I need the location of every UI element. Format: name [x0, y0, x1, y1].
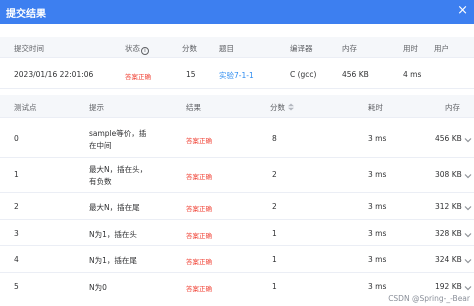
test-result-badge: 答案正确	[186, 258, 212, 266]
test-memory: 312 KB	[435, 202, 462, 211]
divider	[0, 245, 474, 246]
test-result-badge: 答案正确	[186, 205, 212, 213]
test-result-badge: 答案正确	[186, 285, 212, 293]
sort-icon[interactable]	[287, 103, 295, 111]
test-hint: sample等价，插	[89, 129, 147, 138]
test-result-badge: 答案正确	[186, 173, 212, 181]
summary-duration: 4 ms	[403, 70, 422, 79]
test-score: 1	[272, 229, 277, 238]
test-score: 1	[272, 255, 277, 264]
divider	[0, 192, 474, 193]
tests-header-hint: 提示	[89, 103, 104, 112]
test-time: 3 ms	[368, 229, 387, 238]
chevron-down-icon[interactable]	[464, 136, 472, 144]
divider	[0, 272, 474, 273]
chevron-down-icon[interactable]	[464, 257, 472, 265]
test-case-id: 4	[14, 255, 19, 264]
chevron-down-icon[interactable]	[464, 172, 472, 180]
chevron-down-icon[interactable]	[464, 231, 472, 239]
tests-header-score-label: 分数	[270, 103, 285, 112]
test-time: 3 ms	[368, 282, 387, 291]
test-memory: 456 KB	[435, 134, 462, 143]
test-time: 3 ms	[368, 134, 387, 143]
dialog-title: 提交结果	[6, 9, 46, 20]
divider	[0, 117, 474, 118]
summary-status-badge: 答案正确	[125, 73, 151, 81]
test-time: 3 ms	[368, 170, 387, 179]
test-score: 1	[272, 282, 277, 291]
test-hint-cont: 在中间	[89, 141, 112, 150]
divider	[0, 219, 474, 220]
summary-header-score: 分数	[182, 44, 197, 53]
tests-header-case: 测试点	[14, 103, 37, 112]
watermark: CSDN @Spring-_-Bear	[388, 294, 470, 303]
summary-header-duration: 用时	[403, 44, 418, 53]
summary-memory: 456 KB	[342, 70, 369, 79]
tests-header-score[interactable]: 分数	[270, 102, 295, 113]
tests-header-memory: 内存	[445, 103, 460, 112]
summary-header-user: 用户	[434, 44, 449, 53]
test-result-badge: 答案正确	[186, 232, 212, 240]
test-hint: N为1，插在头	[89, 230, 137, 239]
test-score: 8	[272, 134, 277, 143]
test-hint: N为0	[89, 283, 107, 292]
test-hint: 最大N，插在尾	[89, 203, 140, 212]
tests-header-result: 结果	[186, 103, 201, 112]
divider	[0, 157, 474, 158]
test-memory: 324 KB	[435, 255, 462, 264]
summary-header-status-label: 状态	[125, 44, 140, 53]
test-case-id: 1	[14, 170, 19, 179]
test-score: 2	[272, 170, 277, 179]
test-hint: N为1，插在尾	[89, 256, 137, 265]
test-case-id: 0	[14, 134, 19, 143]
test-case-id: 3	[14, 229, 19, 238]
test-score: 2	[272, 202, 277, 211]
divider	[0, 88, 474, 89]
test-time: 3 ms	[368, 255, 387, 264]
summary-header-memory: 内存	[342, 44, 357, 53]
close-icon[interactable]: ×	[457, 3, 468, 19]
test-hint: 最大N，插在头，	[89, 165, 148, 174]
summary-score: 15	[186, 70, 196, 79]
test-memory: 308 KB	[435, 170, 462, 179]
chevron-down-icon[interactable]	[464, 204, 472, 212]
test-time: 3 ms	[368, 202, 387, 211]
info-circle-icon[interactable]: i	[141, 47, 149, 55]
problem-link[interactable]: 实验7-1-1	[219, 70, 254, 81]
summary-header-compiler: 编译器	[290, 44, 313, 53]
test-result-badge: 答案正确	[186, 137, 212, 145]
dialog-header: 提交结果 ×	[0, 0, 474, 24]
summary-header-problem: 题目	[219, 44, 234, 53]
test-hint-cont: 有负数	[89, 177, 112, 186]
summary-time: 2023/01/16 22:01:06	[14, 70, 94, 79]
summary-header-status: 状态 i	[125, 43, 149, 55]
divider	[0, 57, 474, 58]
summary-header-time: 提交时间	[14, 44, 44, 53]
summary-compiler: C (gcc)	[290, 70, 317, 79]
test-memory: 328 KB	[435, 229, 462, 238]
test-case-id: 2	[14, 202, 19, 211]
chevron-down-icon[interactable]	[464, 284, 472, 292]
tests-header-time: 耗时	[368, 103, 383, 112]
tests-header-row	[0, 95, 474, 117]
test-memory: 192 KB	[435, 282, 462, 291]
test-case-id: 5	[14, 282, 19, 291]
